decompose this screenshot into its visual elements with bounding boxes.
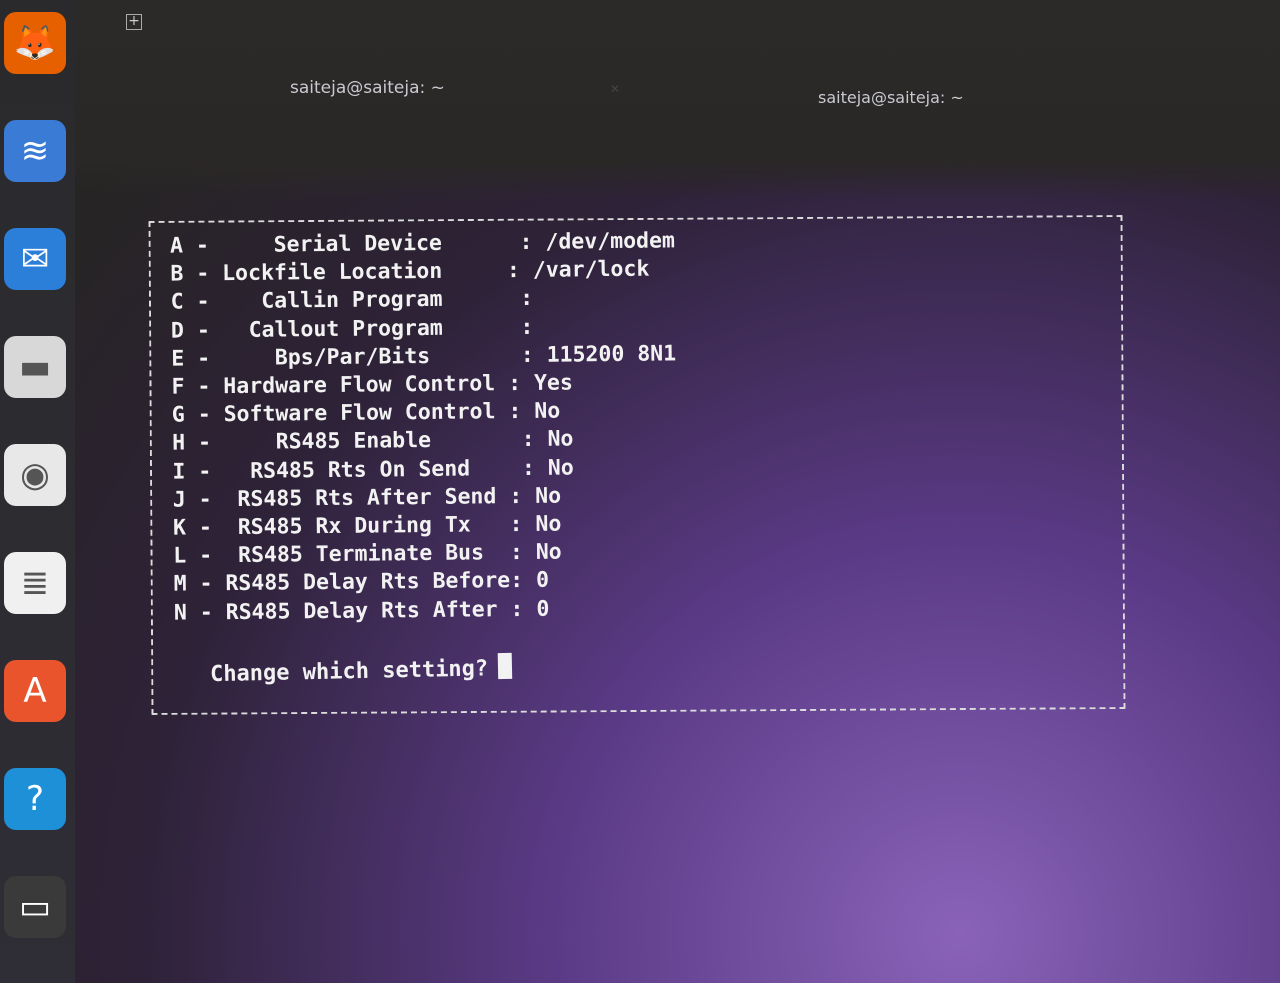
setting-value: /var/lock	[532, 256, 650, 284]
setting-value: No	[535, 483, 562, 509]
setting-label: RS485 Rx During Tx	[224, 512, 510, 541]
separator: -	[185, 515, 225, 541]
close-icon[interactable]: ✕	[610, 82, 620, 96]
setting-value: Yes	[533, 370, 573, 396]
colon: :	[506, 258, 533, 284]
separator: -	[183, 289, 223, 315]
tab-1[interactable]: saiteja@saiteja: ~ ✕	[290, 78, 620, 98]
setting-key: A	[169, 233, 184, 259]
setting-key: J	[172, 487, 186, 513]
dock: 🦊 ≋ ✉ ▬ ◉ ≣ A? ▭	[0, 0, 75, 983]
setting-key: D	[170, 318, 185, 344]
settings-list: A - Serial Device : /dev/modem B - Lockfi…	[170, 227, 679, 627]
separator: -	[184, 402, 224, 428]
setting-value: /dev/modem	[545, 228, 676, 255]
setting-key: K	[172, 515, 187, 541]
separator: -	[185, 486, 225, 513]
setting-label: RS485 Rts After Send	[224, 483, 510, 512]
separator: -	[186, 571, 226, 597]
separator: -	[184, 374, 224, 400]
setting-key: C	[170, 289, 184, 316]
setting-key: M	[173, 571, 187, 598]
colon: :	[520, 286, 547, 312]
setting-key: H	[172, 430, 186, 457]
setting-label: RS485 Rts On Send	[224, 455, 523, 484]
tab-2[interactable]: saiteja@saiteja: ~ ✕	[818, 88, 964, 107]
setting-label: RS485 Delay Rts After	[225, 596, 511, 625]
setting-value: 115200 8N1	[546, 341, 677, 368]
setting-value: No	[535, 539, 562, 566]
firefox-icon[interactable]: 🦊	[4, 12, 66, 74]
folder-icon[interactable]: ▬	[4, 336, 66, 398]
setting-value: No	[547, 426, 574, 453]
setting-value: No	[534, 398, 561, 425]
setting-label: RS485 Delay Rts Before	[225, 568, 511, 597]
setting-value: No	[535, 511, 562, 537]
separator: -	[184, 345, 224, 372]
setting-key: L	[173, 543, 187, 569]
separator: -	[183, 261, 223, 287]
colon: :	[520, 314, 547, 340]
separator: -	[182, 233, 223, 259]
cursor	[497, 652, 513, 680]
setting-key: B	[170, 261, 184, 287]
layers-icon[interactable]: ≋	[4, 120, 66, 182]
app-store-icon[interactable]: A	[4, 660, 66, 722]
setting-row-e[interactable]: E - Bps/Par/Bits : 115200 8N1	[171, 340, 676, 373]
tab-label: saiteja@saiteja: ~	[290, 78, 445, 98]
help-icon[interactable]: ?	[4, 768, 66, 830]
speaker-icon[interactable]: ◉	[4, 444, 66, 506]
setting-label: Callin Program	[222, 286, 521, 315]
setting-value: No	[547, 455, 574, 481]
colon: :	[508, 399, 535, 425]
colon: :	[510, 596, 537, 622]
colon: :	[521, 455, 548, 481]
setting-value: 0	[536, 596, 550, 622]
colon: :	[521, 427, 548, 453]
setting-key: E	[171, 346, 185, 372]
new-tab-icon[interactable]: +	[126, 14, 142, 30]
separator: -	[185, 458, 225, 485]
thunderbird-icon[interactable]: ✉	[4, 228, 66, 290]
terminal-header	[75, 0, 1280, 200]
setting-label: Hardware Flow Control	[223, 371, 509, 400]
tab-label: saiteja@saiteja: ~	[818, 88, 964, 107]
setting-label: RS485 Terminate Bus	[224, 540, 511, 569]
separator: -	[184, 430, 225, 456]
setting-label: Callout Program	[222, 314, 521, 343]
terminal-icon[interactable]: ▭	[4, 876, 66, 938]
setting-value: 0	[535, 568, 550, 594]
setting-row-b[interactable]: B - Lockfile Location : /var/lock	[170, 256, 675, 289]
setting-label: Bps/Par/Bits	[222, 342, 521, 371]
colon: :	[509, 511, 536, 538]
colon: :	[507, 370, 535, 397]
colon: :	[509, 540, 536, 566]
setting-row-n[interactable]: N - RS485 Delay Rts After : 0	[174, 594, 679, 627]
setting-key: G	[171, 402, 185, 428]
colon: :	[509, 483, 536, 509]
separator: -	[186, 543, 226, 569]
setting-key: I	[172, 459, 186, 485]
document-icon[interactable]: ≣	[4, 552, 66, 614]
colon: :	[520, 342, 547, 368]
setting-key: N	[173, 600, 188, 626]
colon: :	[519, 229, 546, 255]
separator: -	[186, 599, 226, 626]
colon: :	[510, 568, 537, 594]
setting-label: Lockfile Location	[222, 258, 508, 287]
setting-label: Software Flow Control	[223, 399, 509, 428]
separator: -	[183, 317, 223, 344]
setting-label: RS485 Enable	[223, 427, 522, 456]
setting-key: F	[171, 374, 185, 400]
setting-label: Serial Device	[221, 229, 520, 259]
